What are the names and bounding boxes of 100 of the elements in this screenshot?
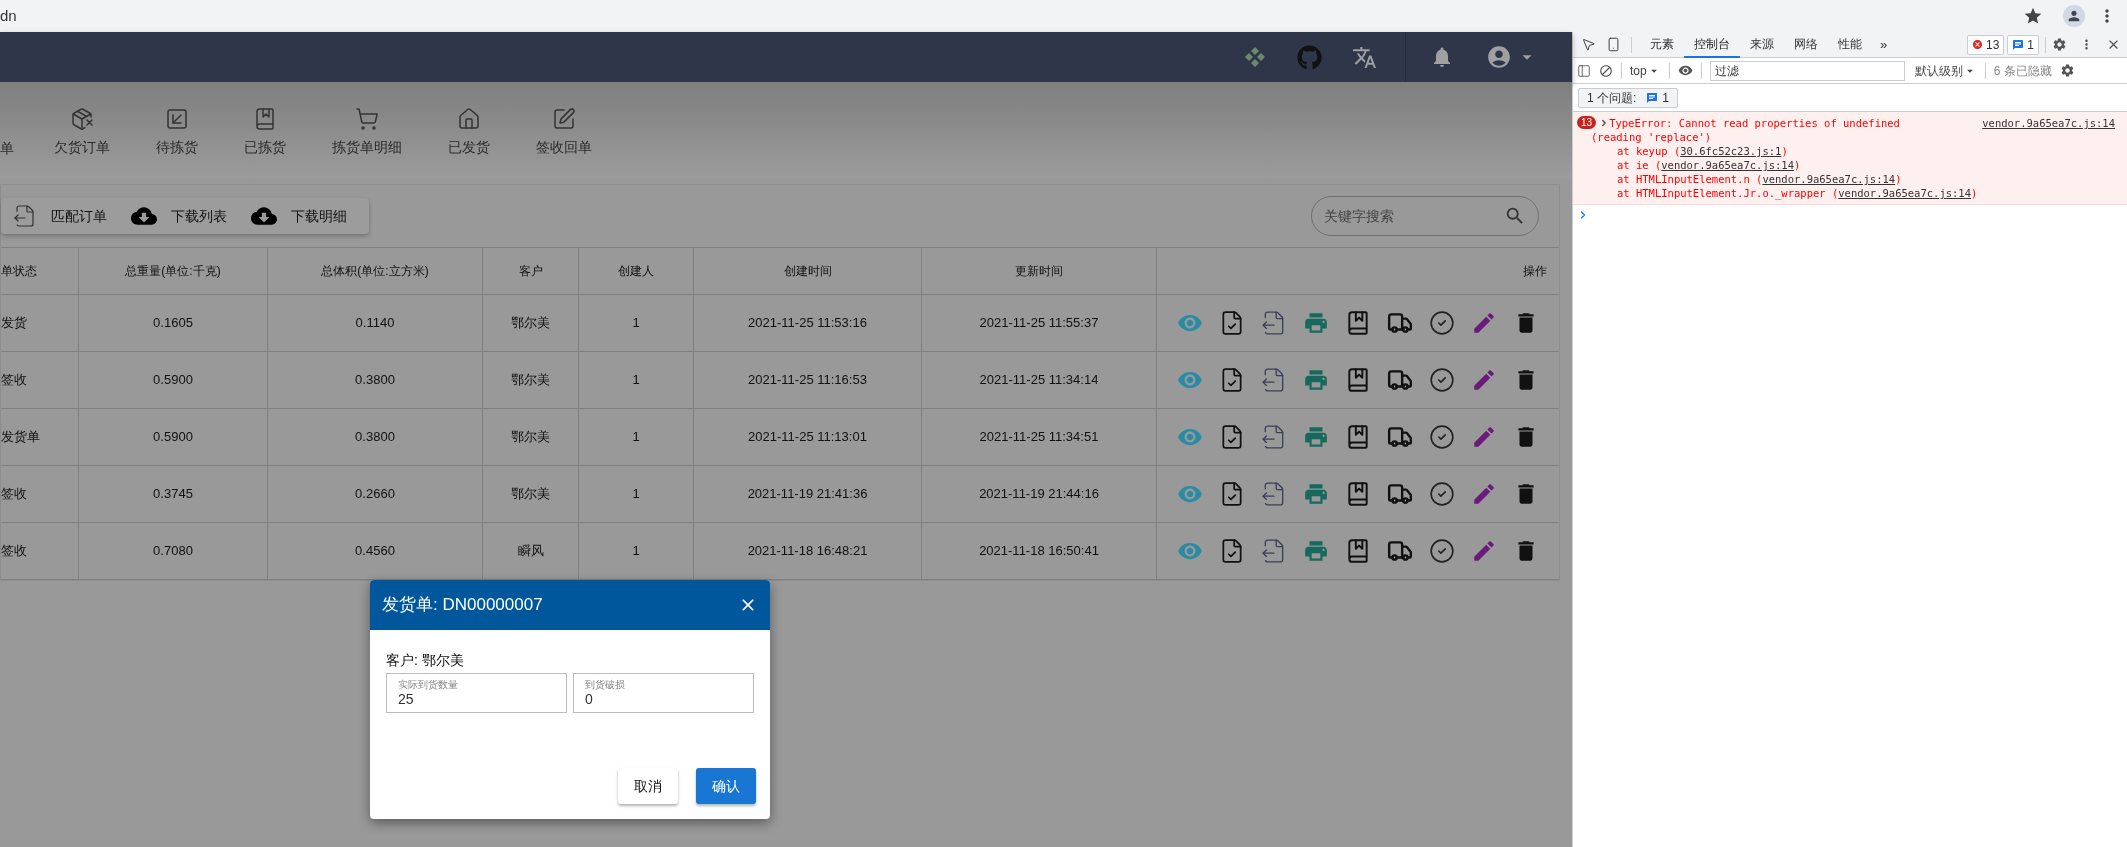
table-cell-text: 2021-11-25 11:55:37 (979, 314, 1099, 333)
input-field[interactable]: 0 (585, 691, 742, 707)
filter-field[interactable]: 过滤 (1709, 60, 1905, 81)
truck-icon[interactable] (1387, 538, 1413, 564)
issues-button[interactable]: 1 个问题: 1 (1578, 87, 1679, 108)
edit-icon[interactable] (1471, 538, 1497, 564)
table-cell-text: 2021-11-19 21:44:16 (979, 485, 1099, 504)
nav-item[interactable]: 欠货订单 (42, 107, 122, 158)
device-icon[interactable] (1606, 37, 1621, 52)
file-check-icon[interactable] (1219, 424, 1245, 450)
profile-avatar[interactable] (2063, 5, 2085, 27)
circle-check-icon[interactable] (1429, 481, 1455, 507)
column-header: 单状态 (1, 263, 37, 280)
inspect-icon[interactable] (1581, 37, 1596, 52)
settings-icon[interactable] (2059, 63, 2075, 78)
message-icon (1646, 91, 1659, 104)
table-cell-text: 0.1605 (153, 314, 193, 333)
star-icon[interactable] (2023, 6, 2043, 26)
text-field[interactable]: 到货破损 0 (573, 673, 754, 713)
more-tabs-text[interactable]: » (1872, 34, 1896, 55)
input-field[interactable]: 25 (398, 691, 555, 707)
table-cell-text: 发货 (1, 314, 27, 333)
context-dropdown[interactable]: top (1630, 61, 1661, 80)
edit-icon[interactable] (1471, 367, 1497, 393)
book-icon[interactable] (1345, 367, 1371, 393)
file-check-icon[interactable] (1219, 538, 1245, 564)
table-cell-text: 0.3745 (153, 485, 193, 504)
message-icon (2012, 38, 2025, 51)
devtools-tab[interactable]: 来源 (1740, 31, 1784, 58)
circle-check-icon[interactable] (1429, 367, 1455, 393)
table-cell-text: 1 (632, 428, 640, 447)
truck-icon[interactable] (1387, 481, 1413, 507)
nav-item[interactable]: 已发货 (436, 107, 502, 158)
table-cell-text: 0.4560 (355, 542, 395, 561)
customer-text: 客户: 鄂尔美 (386, 651, 465, 670)
table-cell-text: 2021-11-25 11:34:51 (979, 428, 1099, 447)
cancel-button[interactable]: 取消 (618, 768, 678, 804)
field-label: 实际到货数量 (398, 679, 459, 691)
confirm-button[interactable]: 确认 (696, 768, 756, 804)
book-icon[interactable] (1345, 424, 1371, 450)
nav-item[interactable]: 签收回单 (524, 107, 604, 158)
table-cell-text: 2021-11-25 11:53:16 (748, 314, 867, 333)
truck-icon[interactable] (1387, 310, 1413, 336)
toolbar-button[interactable]: 下载列表 (119, 198, 239, 234)
error-count-badge[interactable]: 13 (1966, 34, 2005, 55)
table-cell-text: 签收 (1, 542, 27, 561)
truck-icon[interactable] (1387, 367, 1413, 393)
table-cell-text: 2021-11-19 21:41:36 (747, 485, 868, 504)
message-count-badge[interactable]: 1 (2007, 34, 2039, 55)
text-field[interactable]: 实际到货数量 25 (386, 673, 567, 713)
toolbar-button[interactable]: 下载明细 (239, 198, 359, 234)
devtools-tab[interactable]: 性能 (1828, 31, 1872, 58)
devtools-tab[interactable]: 网络 (1784, 31, 1828, 58)
level-dropdown[interactable]: 默认级别 (1914, 61, 1977, 80)
settings-icon[interactable] (2052, 37, 2067, 52)
source-link[interactable]: vendor.9a65ea7c.js:14 (1838, 186, 1972, 200)
sidebar-icon[interactable] (1577, 63, 1591, 78)
search-field[interactable]: 关键字搜索 (1324, 205, 1504, 227)
source-link[interactable]: 30.6fc52c23.js:1 (1680, 144, 1782, 158)
stack-text: at HTMLInputElement.Jr.o._wrapper ( (1617, 186, 1839, 200)
clear-icon[interactable] (1599, 63, 1613, 78)
nav-item[interactable]: 拣货单明细 (320, 107, 414, 158)
devtools-tab[interactable]: 元素 (1640, 31, 1684, 58)
circle-check-icon[interactable] (1429, 538, 1455, 564)
source-link[interactable]: vendor.9a65ea7c.js:14 (1982, 116, 2115, 130)
book-icon (253, 107, 277, 131)
circle-check-icon[interactable] (1429, 310, 1455, 336)
nav-item[interactable]: 待拣货 (144, 107, 210, 158)
dialog-title: 发货单: DN00000007 (382, 594, 543, 617)
truck-icon[interactable] (1387, 424, 1413, 450)
toolbar-button[interactable]: 匹配订单 (1, 198, 119, 234)
eye-icon[interactable] (1677, 63, 1693, 78)
account-icon[interactable] (1486, 44, 1512, 70)
table-cell-text: 1 (632, 542, 640, 561)
circle-check-icon[interactable] (1429, 424, 1455, 450)
diamond-logo-icon[interactable] (1243, 45, 1267, 69)
file-check-icon[interactable] (1219, 310, 1245, 336)
table-cell-text: 0.5900 (153, 428, 193, 447)
file-check-icon[interactable] (1219, 481, 1245, 507)
column-header: 总重量(单位:千克) (125, 263, 221, 280)
edit-icon[interactable] (1471, 481, 1497, 507)
edit-icon[interactable] (1471, 424, 1497, 450)
table-cell-text: 发货单 (1, 428, 40, 447)
table-cell-text: 2021-11-18 16:50:41 (979, 542, 1099, 561)
table-cell-text: 鄂尔美 (511, 485, 550, 504)
source-link[interactable]: vendor.9a65ea7c.js:14 (1661, 158, 1795, 172)
table-cell-text: 1 (632, 371, 640, 390)
book-icon[interactable] (1345, 481, 1371, 507)
file-check-icon[interactable] (1219, 367, 1245, 393)
book-icon[interactable] (1345, 538, 1371, 564)
search-icon[interactable] (1504, 205, 1526, 227)
edit-icon[interactable] (1471, 310, 1497, 336)
table-cell-text: 瞬风 (517, 542, 544, 561)
book-icon[interactable] (1345, 310, 1371, 336)
table-cell-text: 0.1140 (355, 314, 395, 333)
nav-item[interactable]: 已拣货 (232, 107, 298, 158)
devtools-tab[interactable]: 控制台 (1684, 31, 1740, 58)
translate-icon[interactable] (1352, 44, 1377, 70)
source-link[interactable]: vendor.9a65ea7c.js:14 (1762, 172, 1896, 186)
nav-item[interactable]: 单 (0, 107, 20, 159)
